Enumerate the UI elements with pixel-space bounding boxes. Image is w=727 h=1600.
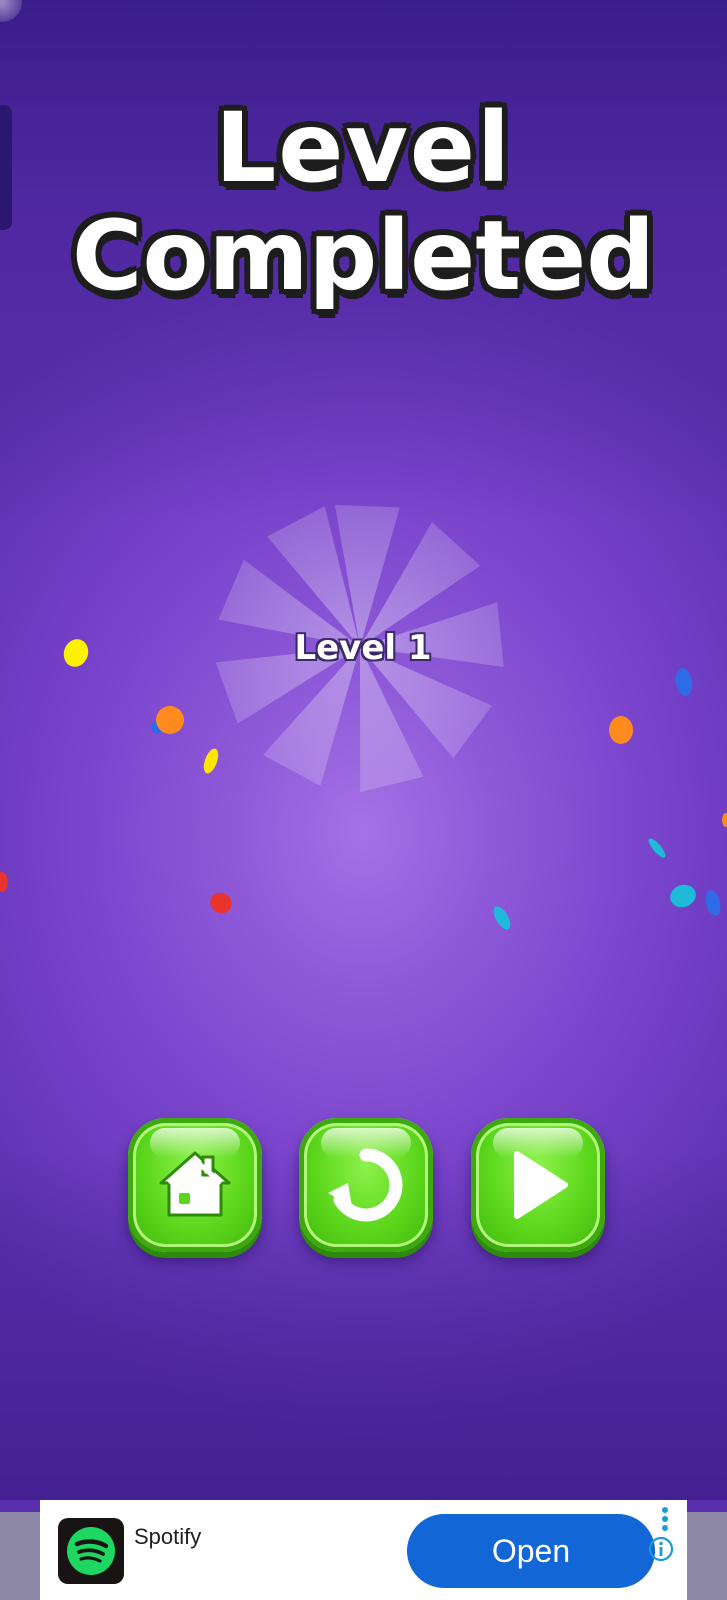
info-icon[interactable]: [648, 1536, 674, 1562]
confetti-piece: [609, 716, 633, 744]
confetti-piece: [210, 892, 232, 914]
ad-banner[interactable]: Spotify Open: [40, 1500, 687, 1600]
confetti-piece: [0, 872, 8, 892]
confetti-piece: [675, 668, 693, 696]
confetti-piece: [670, 884, 696, 908]
play-icon: [514, 1151, 568, 1219]
title-line-2: Completed: [72, 200, 655, 312]
confetti-piece: [203, 748, 219, 774]
confetti-piece: [493, 906, 511, 930]
confetti-piece: [705, 890, 721, 916]
next-button[interactable]: [471, 1118, 605, 1252]
ad-app-name: Spotify: [134, 1524, 202, 1549]
home-button[interactable]: [128, 1118, 262, 1252]
ad-side-left: [0, 1512, 40, 1600]
home-icon: [159, 1151, 231, 1217]
confetti-piece: [648, 838, 666, 858]
confetti-piece: [156, 706, 184, 734]
replay-icon: [328, 1148, 403, 1222]
more-vert-icon[interactable]: [660, 1506, 670, 1532]
spotify-logo-icon[interactable]: [58, 1518, 124, 1584]
ad-side-right: [687, 1512, 727, 1600]
replay-button[interactable]: [299, 1118, 433, 1252]
title-line-1: Level: [215, 92, 512, 204]
confetti-piece: [63, 639, 89, 667]
confetti-piece: [722, 813, 727, 827]
ad-open-button[interactable]: Open: [407, 1514, 655, 1588]
confetti: [0, 639, 727, 930]
